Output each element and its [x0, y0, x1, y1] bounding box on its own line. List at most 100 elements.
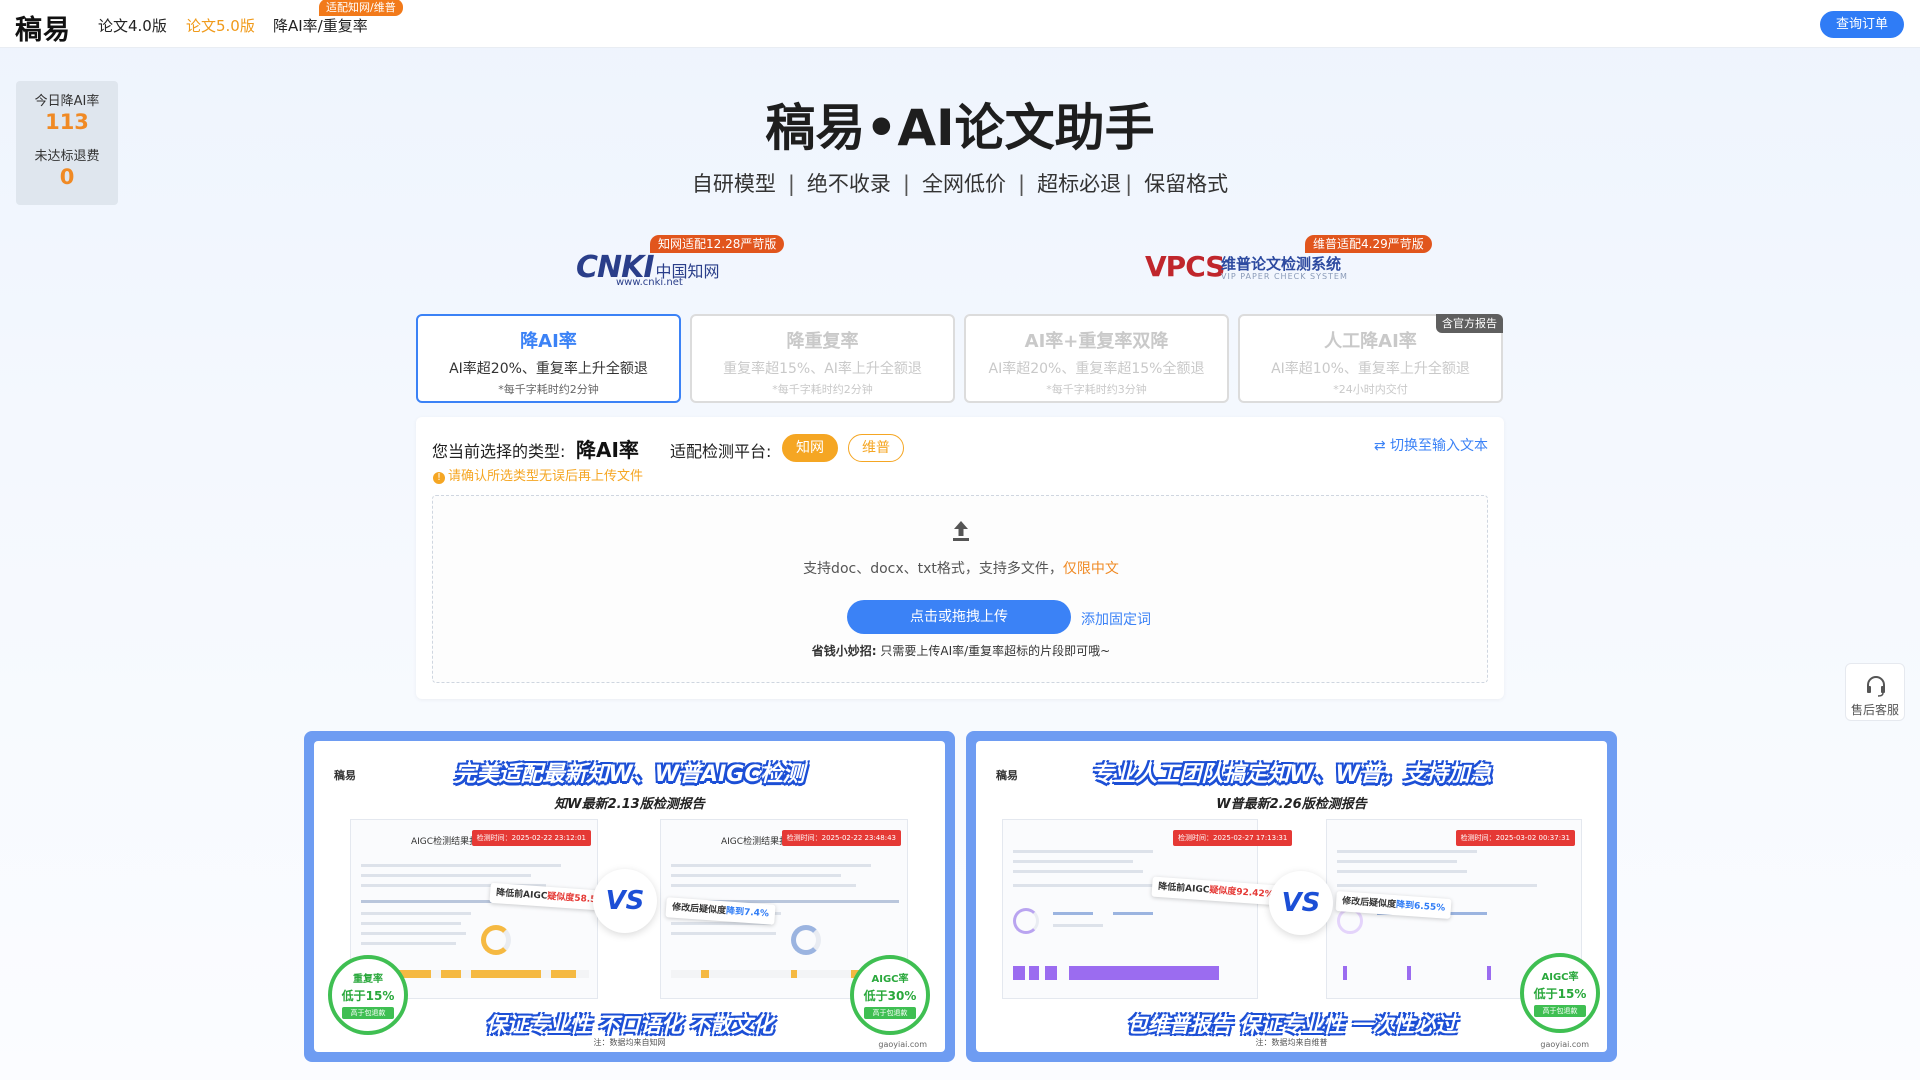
after-sales-support-button[interactable]: 售后客服 [1845, 663, 1905, 721]
callout-label: 降低前AIGC [1157, 881, 1210, 896]
official-report-tag: 含官方报告 [1436, 314, 1503, 333]
callout-value: 降到7.4% [725, 906, 770, 920]
page-title: 稿易•AI论文助手 [765, 99, 1155, 157]
supported-formats: 支持doc、docx、txt格式，支持多文件，仅限中文 [433, 558, 1489, 578]
report-line [361, 922, 461, 925]
callout-label: 修改后疑似度 [671, 902, 727, 917]
callout-value: 降到6.55% [1395, 900, 1446, 914]
upload-button[interactable]: 点击或拖拽上传 [847, 600, 1071, 634]
platform-label: 适配检测平台: [670, 442, 772, 461]
report-line [1113, 912, 1153, 915]
banner-footer-slogan: 保证专业性 不口语化 不散文化 [485, 1013, 774, 1037]
banner-subhead: W普最新2.26版检测报告 [1216, 797, 1367, 812]
switch-to-text-link[interactable]: ⇄ 切换至输入文本 [1374, 435, 1488, 455]
separator: | [902, 172, 910, 196]
cnki-logo-url: www.cnki.net [616, 277, 683, 288]
report-line [1013, 850, 1153, 853]
type-card-reduce-ai[interactable]: 降AI率 AI率超20%、重复率上升全额退 *每千字耗时约2分钟 [416, 314, 681, 403]
type-card-title: 降重复率 [786, 331, 859, 352]
brand-logo[interactable]: 稿易 [15, 8, 71, 47]
vip-logo-name-en: VIP PAPER CHECK SYSTEM [1221, 272, 1348, 281]
report-line [361, 874, 531, 877]
add-fixed-words-link[interactable]: 添加固定词 [1081, 609, 1151, 629]
platform-vip-toggle[interactable]: 维普 [848, 434, 904, 462]
promo-banner-cnki[interactable]: 稿易 完美适配最新知W、W普AIGC检测 知W最新2.13版检测报告 AIGC检… [304, 731, 955, 1062]
report-line [1013, 870, 1143, 873]
report-line [1053, 912, 1093, 915]
report-line [361, 864, 561, 867]
separator: | [787, 172, 795, 196]
saving-tip-text: 只需要上传AI率/重复率超标的片段即可哦~ [880, 644, 1111, 658]
supported-formats-text: 支持doc、docx、txt格式，支持多文件， [803, 561, 1063, 577]
feature-item: 超标必退 [1037, 172, 1122, 196]
feature-item: 自研模型 [691, 172, 776, 196]
saving-tip: 省钱小妙招: 只需要上传AI率/重复率超标的片段即可哦~ [433, 642, 1489, 659]
banner-headline: 完美适配最新知W、W普AIGC检测 [454, 762, 805, 787]
report-ring-chart [481, 925, 511, 955]
report-line [671, 864, 871, 867]
report-time: 检测时间：2025-02-22 23:12:01 [471, 830, 591, 846]
banner-subhead: 知W最新2.13版检测报告 [554, 797, 705, 812]
callout-value: 疑似度92.42% [1208, 885, 1275, 901]
banner-data-note: 注：数据均来自知网 [593, 1038, 666, 1047]
type-card-title: 降AI率 [520, 331, 577, 352]
vip-logo: VPCS 维普论文检测系统 VIP PAPER CHECK SYSTEM [1145, 250, 1347, 283]
banner-data-note: 注：数据均来自维普 [1255, 1038, 1328, 1047]
vs-badge: VS [593, 869, 657, 933]
report-line [361, 942, 456, 945]
vip-logo-name: 维普论文检测系统 [1221, 255, 1342, 273]
report-ring-chart [1013, 908, 1039, 934]
cnki-logo: CNKI 中国知网 www.cnki.net [576, 250, 720, 288]
report-line [1337, 870, 1467, 873]
report-line [671, 884, 856, 887]
report-line [671, 874, 841, 877]
feature-list: 自研模型 | 绝不收录 | 全网低价 | 超标必退 | 保留格式 [0, 168, 1920, 198]
switch-to-text-label: 切换至输入文本 [1390, 438, 1488, 454]
type-card-desc: 重复率超15%、AI率上升全额退 [723, 361, 922, 377]
vip-logo-mark: VPCS [1145, 250, 1225, 283]
type-card-time: *每千字耗时约2分钟 [498, 383, 599, 396]
nav-item-reduce-ai[interactable]: 降AI率/重复率 [273, 15, 368, 36]
upload-icon [951, 520, 971, 546]
report-line [1447, 912, 1487, 915]
promo-banner-vip[interactable]: 稿易 专业人工团队搞定知W、W普，支持加急 W普最新2.26版检测报告 检测时间… [966, 731, 1617, 1062]
type-card-manual-ai[interactable]: 人工降AI率 AI率超10%、重复率上升全额退 *24小时内交付 含官方报告 [1238, 314, 1503, 403]
feature-item: 全网低价 [922, 172, 1006, 196]
nav-item-paper-v4[interactable]: 论文4.0版 [98, 15, 167, 36]
vs-badge: VS [1269, 871, 1333, 935]
promo-banner-content: 稿易 专业人工团队搞定知W、W普，支持加急 W普最新2.26版检测报告 检测时间… [976, 741, 1607, 1052]
top-navbar: 稿易 论文4.0版 论文5.0版 降AI率/重复率 适配知网/维普 查询订单 [0, 0, 1920, 48]
report-line [671, 932, 776, 935]
report-before: 检测时间：2025-02-27 17:13:31 [1002, 819, 1293, 999]
report-bar-strip [1013, 966, 1219, 980]
type-card-dual-reduce[interactable]: AI率+重复率双降 AI率超20%、重复率超15%全额退 *每千字耗时约3分钟 [964, 314, 1229, 403]
report-line [1013, 860, 1133, 863]
report-line [361, 932, 466, 935]
report-time: 检测时间：2025-02-27 17:13:31 [1173, 830, 1293, 846]
selected-type-label: 您当前选择的类型: [432, 442, 566, 461]
type-card-desc: AI率超20%、重复率上升全额退 [449, 361, 648, 377]
type-card-reduce-dup[interactable]: 降重复率 重复率超15%、AI率上升全额退 *每千字耗时约2分钟 [690, 314, 955, 403]
swap-icon: ⇄ [1373, 438, 1390, 454]
file-dropzone[interactable]: 支持doc、docx、txt格式，支持多文件，仅限中文 点击或拖拽上传 添加固定… [432, 495, 1488, 683]
promo-banner-content: 稿易 完美适配最新知W、W普AIGC检测 知W最新2.13版检测报告 AIGC检… [314, 741, 945, 1052]
separator: | [1125, 172, 1133, 196]
platform-cnki-toggle[interactable]: 知网 [782, 434, 838, 462]
type-card-title: AI率+重复率双降 [1024, 331, 1169, 352]
warning-icon: ! [433, 472, 445, 484]
support-label: 售后客服 [1850, 703, 1899, 717]
stamp-line-1: AIGC率 [1541, 972, 1579, 983]
type-card-desc: AI率超20%、重复率超15%全额退 [988, 361, 1205, 377]
chinese-only-note: 仅限中文 [1062, 561, 1119, 577]
report-ring-chart [791, 925, 821, 955]
report-time: 检测时间：2025-02-22 23:48:43 [781, 830, 901, 846]
type-card-time: *每千字耗时约2分钟 [772, 383, 873, 396]
stamp-line-1: AIGC率 [871, 974, 909, 985]
warning-text: 请确认所选类型无误后再上传文件 [448, 469, 644, 484]
saving-tip-label: 省钱小妙招: [811, 644, 877, 658]
upload-panel: 您当前选择的类型: 降AI率 适配检测平台: 知网 维普 ⇄ 切换至输入文本 !… [416, 417, 1504, 699]
banner-footer-slogan: 包维普报告 保证专业性 一次性必过 [1126, 1013, 1457, 1037]
nav-badge: 适配知网/维普 [319, 0, 403, 16]
nav-item-paper-v5[interactable]: 论文5.0版 [186, 15, 255, 36]
query-order-button[interactable]: 查询订单 [1820, 11, 1904, 38]
